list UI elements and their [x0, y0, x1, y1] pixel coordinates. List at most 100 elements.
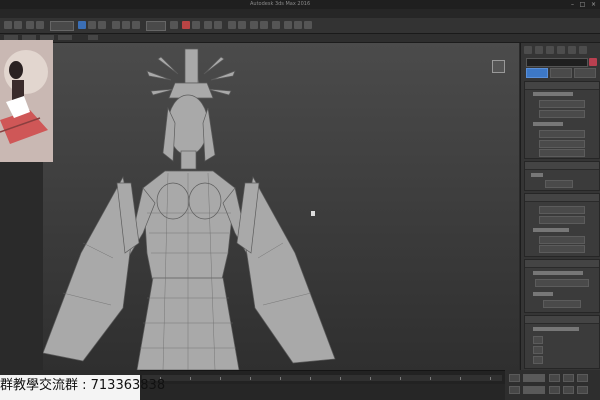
rollout-header[interactable] — [525, 162, 599, 170]
rollout-checkbox[interactable] — [533, 356, 543, 364]
schematic-view-icon[interactable] — [260, 21, 268, 29]
auto-key-button[interactable] — [523, 374, 545, 382]
minimize-icon[interactable]: – — [568, 1, 577, 8]
viewcube-icon[interactable] — [492, 60, 505, 73]
ribbon-tab[interactable] — [88, 35, 98, 40]
play-icon[interactable] — [563, 374, 574, 382]
render-setup-icon[interactable] — [284, 21, 292, 29]
utilities-tab-icon[interactable] — [579, 46, 587, 54]
rollout-checkbox[interactable] — [533, 346, 543, 354]
maximize-icon[interactable]: □ — [578, 1, 587, 8]
watermark-banner: 群教學交流群 : 713363838 — [0, 375, 165, 400]
snap-icon[interactable] — [170, 21, 178, 29]
rollout-label — [533, 271, 583, 275]
rollout-button[interactable] — [539, 110, 585, 118]
rollout-header[interactable] — [525, 194, 599, 202]
rollout-button[interactable] — [543, 300, 581, 308]
close-icon[interactable]: × — [589, 1, 598, 8]
next-frame-icon[interactable] — [577, 374, 588, 382]
motion-tab-icon[interactable] — [557, 46, 565, 54]
rollout-button[interactable] — [545, 180, 573, 188]
display-tab-icon[interactable] — [568, 46, 576, 54]
orbit-icon[interactable] — [577, 386, 588, 394]
rollout-button[interactable] — [539, 149, 585, 157]
time-tick — [280, 377, 281, 380]
modifier-list — [526, 68, 597, 78]
set-key-button[interactable] — [523, 386, 545, 394]
rollout-button[interactable] — [535, 279, 589, 287]
align-icon[interactable] — [214, 21, 222, 29]
rollout-header[interactable] — [525, 82, 599, 90]
ribbon-tab[interactable] — [58, 35, 72, 40]
link-icon[interactable] — [26, 21, 34, 29]
select-by-name-icon[interactable] — [88, 21, 96, 29]
main-toolbar — [0, 18, 600, 34]
region-select-icon[interactable] — [98, 21, 106, 29]
rollout-button[interactable] — [539, 206, 585, 214]
prev-frame-icon[interactable] — [549, 374, 560, 382]
render-frame-icon[interactable] — [294, 21, 302, 29]
rollout-button[interactable] — [539, 140, 585, 148]
rollout-button[interactable] — [539, 100, 585, 108]
unlink-icon[interactable] — [36, 21, 44, 29]
rollout-checkbox[interactable] — [533, 336, 543, 344]
time-tick — [370, 377, 371, 380]
modifier-button[interactable] — [550, 68, 572, 78]
rollout-button[interactable] — [539, 216, 585, 224]
animation-controls — [505, 370, 600, 400]
key-icon[interactable] — [509, 374, 520, 382]
modifier-button[interactable] — [526, 68, 548, 78]
undo-icon[interactable] — [4, 21, 12, 29]
pan-icon[interactable] — [563, 386, 574, 394]
scale-icon[interactable] — [132, 21, 140, 29]
rollout-label — [533, 122, 563, 126]
rollout-label — [533, 327, 579, 331]
menu-bar — [0, 9, 600, 18]
set-key-icon[interactable] — [509, 386, 520, 394]
modify-tab-icon[interactable] — [535, 46, 543, 54]
layer-manager-icon[interactable] — [228, 21, 236, 29]
rollout-button[interactable] — [539, 236, 585, 244]
rollout-button[interactable] — [539, 130, 585, 138]
window-title: Autodesk 3ds Max 2016 — [250, 1, 311, 7]
time-tick — [250, 377, 251, 380]
time-track[interactable] — [142, 375, 502, 381]
time-tick — [430, 377, 431, 380]
time-tick — [460, 377, 461, 380]
rotate-icon[interactable] — [122, 21, 130, 29]
object-name-field[interactable] — [526, 58, 588, 67]
angle-snap-icon[interactable] — [182, 21, 190, 29]
time-tick — [400, 377, 401, 380]
title-bar: Autodesk 3ds Max 2016 – □ × — [0, 0, 600, 9]
render-icon[interactable] — [304, 21, 312, 29]
create-tab-icon[interactable] — [524, 46, 532, 54]
hierarchy-tab-icon[interactable] — [546, 46, 554, 54]
rollout-button[interactable] — [539, 245, 585, 253]
time-slider[interactable] — [140, 370, 505, 385]
material-editor-icon[interactable] — [272, 21, 280, 29]
perspective-viewport[interactable] — [43, 43, 519, 370]
object-color-swatch[interactable] — [589, 58, 597, 66]
rollout-label — [533, 292, 553, 296]
mirror-icon[interactable] — [204, 21, 212, 29]
redo-icon[interactable] — [14, 21, 22, 29]
rollout-label — [533, 228, 569, 232]
percent-snap-icon[interactable] — [192, 21, 200, 29]
rollout-soft-selection — [524, 161, 600, 191]
rollout-header[interactable] — [525, 260, 599, 268]
rollout-selection — [524, 81, 600, 159]
time-tick — [490, 377, 491, 380]
rollout-edit-geometry — [524, 193, 600, 257]
reference-coordinate-dropdown[interactable] — [146, 21, 166, 31]
select-object-icon[interactable] — [78, 21, 86, 29]
move-icon[interactable] — [112, 21, 120, 29]
character-mesh — [43, 48, 336, 370]
rollout-header[interactable] — [525, 316, 599, 324]
time-tick — [220, 377, 221, 380]
mouse-cursor-icon — [311, 211, 315, 216]
zoom-icon[interactable] — [549, 386, 560, 394]
curve-editor-icon[interactable] — [250, 21, 258, 29]
modifier-button[interactable] — [574, 68, 596, 78]
selection-filter-dropdown[interactable] — [50, 21, 74, 31]
graphite-tools-icon[interactable] — [238, 21, 246, 29]
